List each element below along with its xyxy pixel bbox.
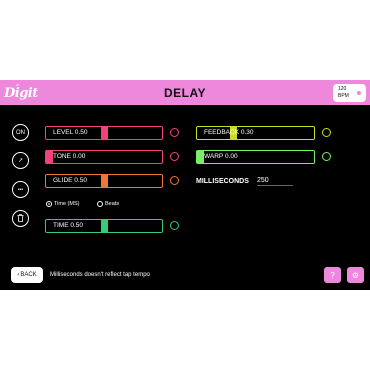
warp-mod-knob[interactable] bbox=[322, 152, 331, 161]
trash-icon bbox=[17, 213, 24, 224]
tone-label: TONE 0.00 bbox=[53, 153, 86, 160]
help-icon: ? bbox=[330, 270, 335, 280]
beats-label: Beats bbox=[105, 201, 120, 207]
help-button[interactable]: ? bbox=[324, 267, 341, 283]
feedback-mod-knob[interactable] bbox=[322, 128, 331, 137]
back-button[interactable]: ‹ BACK bbox=[11, 267, 43, 283]
tempo-value: 120 bbox=[338, 86, 347, 92]
back-chevron-icon: ‹ bbox=[17, 272, 20, 278]
glide-label: GLIDE 0.50 bbox=[53, 177, 87, 184]
tempo-indicator-icon bbox=[357, 91, 361, 95]
level-slider-handle[interactable] bbox=[101, 127, 108, 139]
feedback-slider[interactable]: FEEDBACK 0.30 bbox=[196, 126, 315, 140]
glide-slider-handle[interactable] bbox=[101, 175, 108, 187]
level-label: LEVEL 0.50 bbox=[53, 129, 88, 136]
time-slider[interactable]: TIME 0.50 bbox=[45, 219, 163, 233]
gear-icon: ⚙ bbox=[351, 270, 360, 280]
tone-mod-knob[interactable] bbox=[170, 152, 179, 161]
time-ms-radio[interactable] bbox=[46, 201, 52, 207]
milliseconds-input[interactable]: 250 bbox=[257, 177, 293, 186]
delete-button[interactable] bbox=[12, 210, 29, 227]
on-label: ON bbox=[16, 129, 25, 136]
beats-radio[interactable] bbox=[97, 201, 103, 207]
level-mod-knob[interactable] bbox=[170, 128, 179, 137]
time-mod-knob[interactable] bbox=[170, 221, 179, 230]
time-slider-handle[interactable] bbox=[101, 220, 108, 232]
more-options-button[interactable]: ••• bbox=[12, 181, 29, 198]
routing-icon: ↗ bbox=[17, 158, 24, 164]
feedback-label: FEEDBACK 0.30 bbox=[204, 129, 254, 136]
warp-label: WARP 0.00 bbox=[204, 153, 238, 160]
status-message: Milliseconds doesn't reflect tap tempo bbox=[50, 272, 150, 278]
time-label: TIME 0.50 bbox=[53, 222, 83, 229]
back-label: BACK bbox=[20, 272, 37, 278]
warp-slider[interactable]: WARP 0.00 bbox=[196, 150, 315, 164]
time-ms-label: Time (MS) bbox=[54, 201, 80, 207]
header-bar: m Digit DELAY 120 BPM bbox=[0, 80, 370, 105]
glide-slider[interactable]: GLIDE 0.50 bbox=[45, 174, 163, 188]
tone-slider[interactable]: TONE 0.00 bbox=[45, 150, 163, 164]
warp-slider-handle[interactable] bbox=[197, 151, 204, 163]
footer-bar: ‹ BACK Milliseconds doesn't reflect tap … bbox=[0, 266, 370, 290]
page-title: DELAY bbox=[163, 86, 207, 100]
more-icon: ••• bbox=[17, 186, 24, 193]
tone-slider-handle[interactable] bbox=[46, 151, 53, 163]
tempo-button[interactable]: 120 BPM bbox=[333, 84, 366, 102]
tempo-unit: BPM bbox=[338, 93, 349, 99]
level-slider[interactable]: LEVEL 0.50 bbox=[45, 126, 163, 140]
settings-button[interactable]: ⚙ bbox=[347, 267, 364, 283]
glide-mod-knob[interactable] bbox=[170, 176, 179, 185]
on-button[interactable]: ON bbox=[12, 124, 29, 141]
milliseconds-label: MILLISECONDS bbox=[196, 178, 249, 185]
routing-button[interactable]: ↗ bbox=[12, 152, 29, 169]
delay-screen: m Digit DELAY 120 BPM ON ↗ ••• LEVEL 0.5… bbox=[0, 80, 370, 290]
